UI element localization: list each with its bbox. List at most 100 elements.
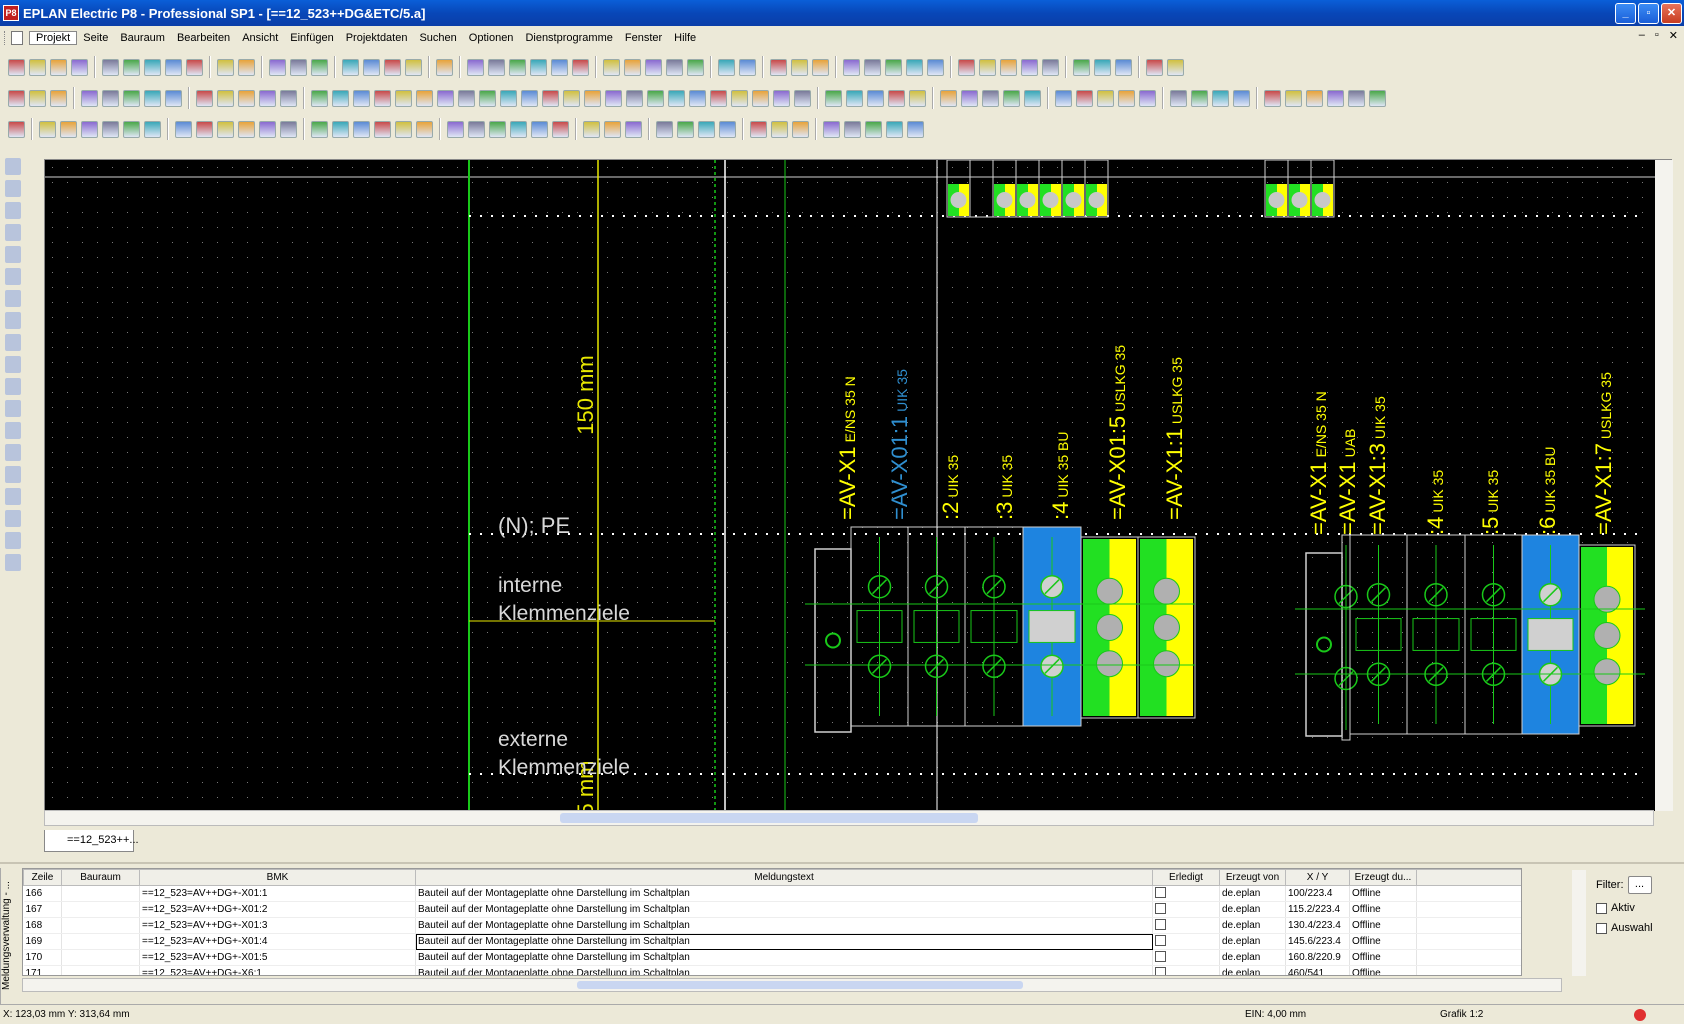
menu-ansicht[interactable]: Ansicht (236, 32, 284, 44)
menu-bearbeiten[interactable]: Bearbeiten (171, 32, 236, 44)
side-tool-icon[interactable] (5, 290, 21, 307)
aktiv-checkbox[interactable] (1596, 903, 1607, 914)
standard-tool-icon[interactable] (718, 58, 735, 76)
standard-tool-icon[interactable] (436, 58, 453, 76)
table-row[interactable]: 171 ==12_523=AV++DG+-X6:1 Bauteil auf der … (23, 965, 1521, 975)
edit-tool-icon[interactable] (844, 120, 861, 138)
message-horizontal-scrollbar[interactable] (22, 978, 1562, 992)
insert-tool-icon[interactable] (846, 89, 863, 107)
standard-tool-icon[interactable] (71, 58, 88, 76)
edit-tool-icon[interactable] (656, 120, 673, 138)
edit-tool-icon[interactable] (353, 120, 370, 138)
edit-tool-icon[interactable] (447, 120, 464, 138)
insert-tool-icon[interactable] (332, 89, 349, 107)
side-tool-icon[interactable] (5, 378, 21, 395)
side-tool-icon[interactable] (5, 532, 21, 549)
standard-tool-icon[interactable] (530, 58, 547, 76)
standard-tool-icon[interactable] (102, 58, 119, 76)
insert-tool-icon[interactable] (668, 89, 685, 107)
standard-tool-icon[interactable] (342, 58, 359, 76)
insert-tool-icon[interactable] (1003, 89, 1020, 107)
insert-tool-icon[interactable] (982, 89, 999, 107)
edit-tool-icon[interactable] (374, 120, 391, 138)
side-tool-icon[interactable] (5, 158, 21, 175)
standard-tool-icon[interactable] (624, 58, 641, 76)
edit-tool-icon[interactable] (311, 120, 328, 138)
page-tab[interactable]: ==12_523++... (44, 830, 139, 852)
col-erledigt[interactable]: Erledigt (1152, 869, 1220, 886)
insert-tool-icon[interactable] (259, 89, 276, 107)
auswahl-checkbox[interactable] (1596, 923, 1607, 934)
drawing-canvas[interactable]: 150 mm 5 mm (N); PE interne Klemmenziele… (45, 160, 1655, 811)
insert-tool-icon[interactable] (1170, 89, 1187, 107)
insert-tool-icon[interactable] (395, 89, 412, 107)
edit-tool-icon[interactable] (604, 120, 621, 138)
insert-tool-icon[interactable] (280, 89, 297, 107)
edit-tool-icon[interactable] (677, 120, 694, 138)
filter-button[interactable]: ... (1627, 876, 1652, 894)
menu-einfuegen[interactable]: Einfügen (284, 32, 339, 44)
standard-tool-icon[interactable] (645, 58, 662, 76)
side-tool-icon[interactable] (5, 356, 21, 373)
standard-tool-icon[interactable] (739, 58, 756, 76)
edit-tool-icon[interactable] (8, 120, 25, 138)
mdi-close-button[interactable]: ✕ (1669, 29, 1678, 42)
menu-seite[interactable]: Seite (77, 32, 114, 44)
edit-tool-icon[interactable] (531, 120, 548, 138)
insert-tool-icon[interactable] (1191, 89, 1208, 107)
mdi-restore-button[interactable]: ▫ (1655, 29, 1659, 42)
insert-tool-icon[interactable] (1348, 89, 1365, 107)
insert-tool-icon[interactable] (794, 89, 811, 107)
table-row[interactable]: 167 ==12_523=AV++DG+-X01:2 Bauteil auf der… (23, 901, 1521, 918)
insert-tool-icon[interactable] (542, 89, 559, 107)
standard-tool-icon[interactable] (687, 58, 704, 76)
standard-tool-icon[interactable] (958, 58, 975, 76)
edit-tool-icon[interactable] (259, 120, 276, 138)
edit-tool-icon[interactable] (39, 120, 56, 138)
insert-tool-icon[interactable] (1118, 89, 1135, 107)
insert-tool-icon[interactable] (689, 89, 706, 107)
insert-tool-icon[interactable] (1055, 89, 1072, 107)
edit-tool-icon[interactable] (625, 120, 642, 138)
standard-tool-icon[interactable] (186, 58, 203, 76)
side-tool-icon[interactable] (5, 444, 21, 461)
insert-tool-icon[interactable] (940, 89, 957, 107)
menu-projektdaten[interactable]: Projektdaten (340, 32, 414, 44)
side-tool-icon[interactable] (5, 422, 21, 439)
edit-tool-icon[interactable] (510, 120, 527, 138)
edit-tool-icon[interactable] (395, 120, 412, 138)
insert-tool-icon[interactable] (521, 89, 538, 107)
app-icon[interactable]: P8 (3, 5, 19, 21)
side-tool-icon[interactable] (5, 400, 21, 417)
edit-tool-icon[interactable] (238, 120, 255, 138)
insert-tool-icon[interactable] (773, 89, 790, 107)
edit-tool-icon[interactable] (280, 120, 297, 138)
standard-tool-icon[interactable] (1042, 58, 1059, 76)
side-tool-icon[interactable] (5, 224, 21, 241)
erledigt-checkbox[interactable] (1155, 887, 1166, 898)
insert-tool-icon[interactable] (731, 89, 748, 107)
message-scroll-thumb[interactable] (576, 981, 1023, 989)
standard-tool-icon[interactable] (1115, 58, 1132, 76)
standard-tool-icon[interactable] (603, 58, 620, 76)
insert-tool-icon[interactable] (458, 89, 475, 107)
insert-tool-icon[interactable] (710, 89, 727, 107)
insert-tool-icon[interactable] (374, 89, 391, 107)
standard-tool-icon[interactable] (217, 58, 234, 76)
edit-tool-icon[interactable] (792, 120, 809, 138)
standard-tool-icon[interactable] (666, 58, 683, 76)
erledigt-checkbox[interactable] (1155, 935, 1166, 946)
edit-tool-icon[interactable] (771, 120, 788, 138)
insert-tool-icon[interactable] (647, 89, 664, 107)
standard-tool-icon[interactable] (165, 58, 182, 76)
standard-tool-icon[interactable] (1146, 58, 1163, 76)
standard-tool-icon[interactable] (791, 58, 808, 76)
standard-tool-icon[interactable] (144, 58, 161, 76)
menu-projekt[interactable]: Projekt (29, 31, 78, 45)
side-tool-icon[interactable] (5, 334, 21, 351)
edit-tool-icon[interactable] (416, 120, 433, 138)
insert-tool-icon[interactable] (1369, 89, 1386, 107)
edit-tool-icon[interactable] (750, 120, 767, 138)
standard-tool-icon[interactable] (1094, 58, 1111, 76)
edit-tool-icon[interactable] (196, 120, 213, 138)
